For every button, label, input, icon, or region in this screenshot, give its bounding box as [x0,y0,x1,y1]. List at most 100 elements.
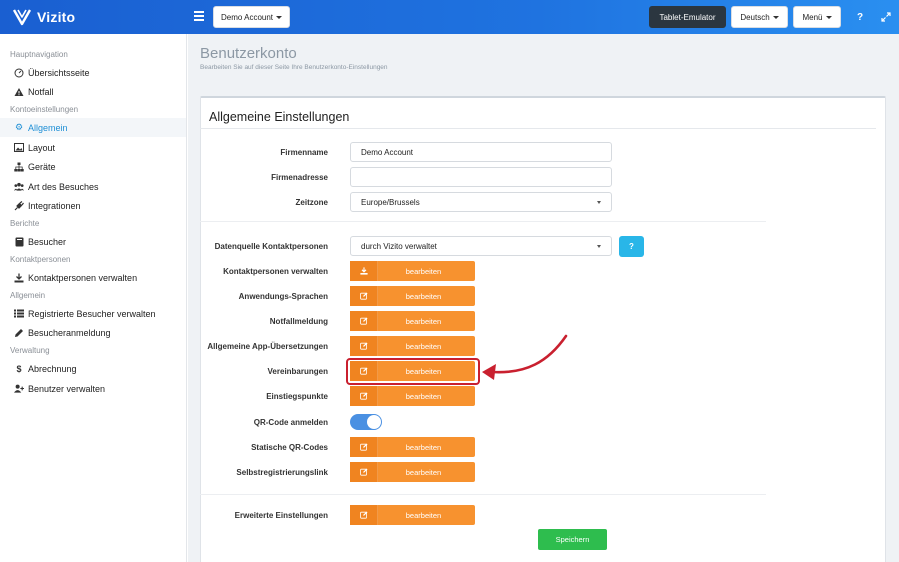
app-name: Vizito [37,9,76,25]
edit-button-label: bearbeiten [405,442,442,452]
settings-card [200,96,886,562]
vereinbarungen-highlight-box [346,358,480,385]
edit-button-label: bearbeiten [405,316,442,326]
edit-button-label: bearbeiten [405,391,442,401]
save-button-label: Speichern [555,535,590,544]
section-divider [200,494,766,495]
sidebar-item-art-des-besuches[interactable]: Art des Besuches [0,177,186,196]
sidebar-item-label: Besucher [28,236,67,247]
sidebar-item-label: Übersichtsseite [28,67,90,78]
sidebar-item-kontaktpersonen-verwalten[interactable]: Kontaktpersonen verwalten [0,268,186,287]
caret-down-icon [825,15,832,19]
sidebar-item-registrierte-besucher[interactable]: Registrierte Besucher verwalten [0,304,186,323]
caret-down-icon [276,15,283,19]
warning-icon [14,87,24,97]
vizito-logo-icon [12,9,32,26]
kontaktpersonen-verwalten-label: Kontaktpersonen verwalten [223,267,328,276]
plug-icon [14,200,24,211]
datenquelle-help-button[interactable]: ? [619,236,644,257]
sidebar-section-hauptnavigation: Hauptnavigation [10,50,68,59]
download-icon [350,261,378,281]
erweiterte-einstellungen-edit-button[interactable]: bearbeiten [350,505,475,525]
firmenadresse-input[interactable] [350,167,612,187]
zeitzone-label: Zeitzone [295,198,328,207]
qr-code-toggle[interactable] [350,414,382,430]
sidebar-section-berichte: Berichte [10,219,40,228]
firmenname-value: Demo Account [361,147,414,157]
caret-down-icon [597,245,601,248]
account-dropdown[interactable]: Demo Account [213,6,290,28]
gear-icon: ⚙ [14,122,24,132]
help-icon[interactable]: ? [853,10,867,24]
app-uebersetzungen-label: Allgemeine App-Übersetzungen [207,342,328,351]
download-icon [14,273,24,283]
einstiegspunkte-edit-button[interactable]: bearbeiten [350,386,475,406]
sidebar-item-abrechnung[interactable]: $ Abrechnung [0,359,186,378]
sidebar-item-label: Registrierte Besucher verwalten [28,308,156,319]
edit-icon [350,462,378,482]
app-uebersetzungen-edit-button[interactable]: bearbeiten [350,336,475,356]
page-subtitle: Bearbeiten Sie auf dieser Seite Ihre Ben… [200,64,388,71]
sidebar-section-allgemein: Allgemein [10,291,46,300]
sidebar-section-kontoeinstellungen: Kontoeinstellungen [10,105,79,114]
section-divider [200,221,766,222]
list-icon [14,309,24,319]
image-icon [14,143,24,153]
tablet-emulator-label: Tablet-Emulator [659,12,716,22]
sidebar-item-besucher[interactable]: Besucher [0,232,186,251]
toggle-knob [367,415,381,429]
pencil-icon [14,328,24,338]
language-dropdown[interactable]: Deutsch [731,6,788,28]
sidebar-item-label: Art des Besuches [28,181,99,192]
sidebar-item-geraete[interactable]: Geräte [0,157,186,176]
save-button[interactable]: Speichern [538,529,607,550]
edit-icon [350,311,378,331]
selbstregistrierungslink-edit-button[interactable]: bearbeiten [350,462,475,482]
sidebar-item-allgemein[interactable]: ⚙ Allgemein [0,118,186,137]
selbstregistrierungslink-label: Selbstregistrierungslink [236,468,328,477]
datenquelle-label: Datenquelle Kontaktpersonen [214,242,328,251]
sidebar-item-notfall[interactable]: Notfall [0,82,186,101]
gauge-icon [14,68,24,78]
sidebar-item-label: Allgemein [28,122,68,133]
sidebar-item-besucheranmeldung[interactable]: Besucheranmeldung [0,323,186,342]
datenquelle-select[interactable]: durch Vizito verwaltet [350,236,612,256]
firmenname-label: Firmenname [280,148,328,157]
sidebar-item-label: Notfall [28,86,54,97]
notfallmeldung-edit-button[interactable]: bearbeiten [350,311,475,331]
edit-button-label: bearbeiten [405,341,442,351]
sitemap-icon [14,162,24,172]
menu-dropdown[interactable]: Menü [793,6,841,28]
zeitzone-value: Europe/Brussels [361,197,420,207]
logo[interactable]: Vizito [12,7,75,27]
sidebar-item-uebersichtsseite[interactable]: Übersichtsseite [0,63,186,82]
language-label: Deutsch [740,12,770,22]
sidebar-item-benutzer-verwalten[interactable]: Benutzer verwalten [0,379,186,398]
book-icon [14,237,24,247]
menu-label: Menü [802,12,823,22]
sidebar-item-integrationen[interactable]: Integrationen [0,196,186,215]
sidebar-item-layout[interactable]: Layout [0,138,186,157]
caret-down-icon [772,15,779,19]
sidebar-item-label: Abrechnung [28,363,77,374]
tablet-emulator-button[interactable]: Tablet-Emulator [649,6,726,28]
kontaktpersonen-verwalten-edit-button[interactable]: bearbeiten [350,261,475,281]
edit-icon [350,286,378,306]
expand-icon[interactable] [879,10,893,24]
sidebar-item-label: Benutzer verwalten [28,383,106,394]
page-title: Benutzerkonto [200,45,297,62]
statische-qr-codes-edit-button[interactable]: bearbeiten [350,437,475,457]
edit-icon [350,505,378,525]
annotation-arrow-icon [482,334,568,380]
firmenname-input[interactable]: Demo Account [350,142,612,162]
users-icon [14,182,24,192]
sidebar-item-label: Geräte [28,161,56,172]
vereinbarungen-label: Vereinbarungen [267,367,328,376]
anwendungs-sprachen-label: Anwendungs-Sprachen [238,292,328,301]
card-divider [200,128,876,129]
edit-icon [350,336,378,356]
anwendungs-sprachen-edit-button[interactable]: bearbeiten [350,286,475,306]
erweiterte-einstellungen-label: Erweiterte Einstellungen [234,511,328,520]
zeitzone-select[interactable]: Europe/Brussels [350,192,612,212]
hamburger-icon[interactable] [194,11,204,21]
